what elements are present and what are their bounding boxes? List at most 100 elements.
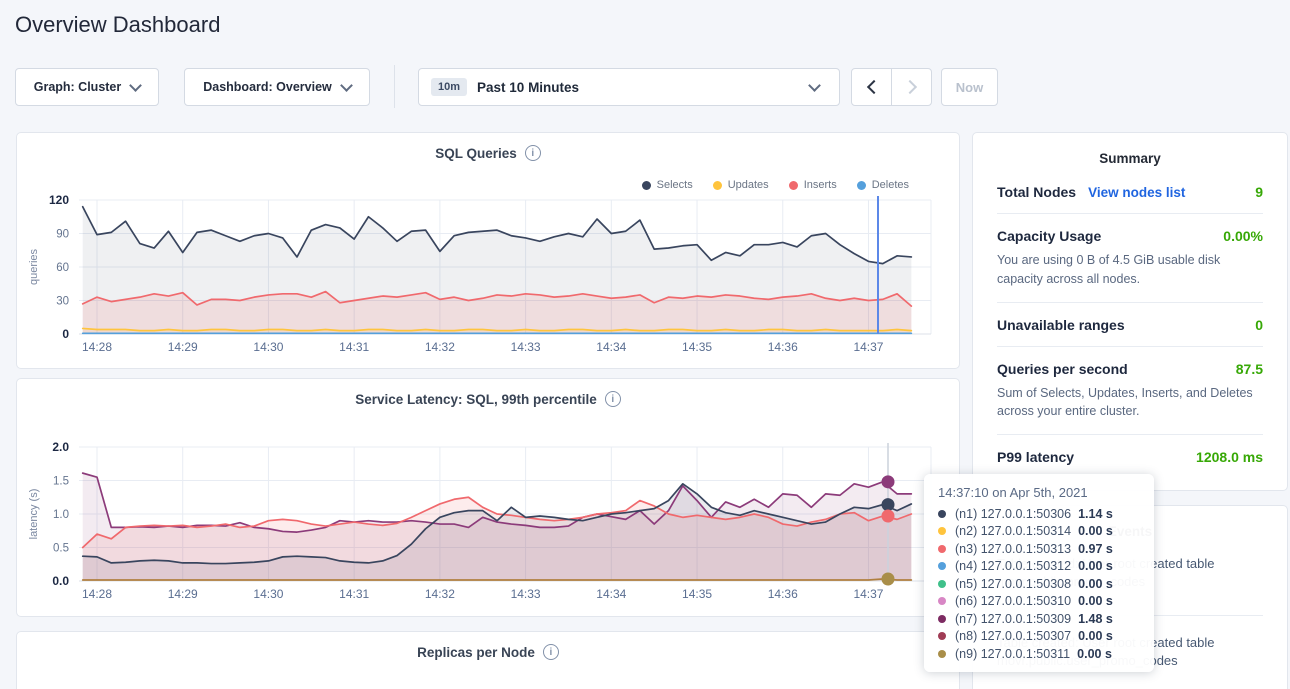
tooltip-row: (n6) 127.0.0.1:50310 0.00 s (938, 593, 1142, 611)
view-nodes-list-link[interactable]: View nodes list (1088, 185, 1185, 200)
graph-dropdown[interactable]: Graph: Cluster (15, 68, 159, 106)
summary-row-value: 1208.0 ms (1196, 449, 1263, 465)
summary-row-desc: Sum of Selects, Updates, Inserts, and De… (997, 384, 1263, 422)
svg-text:14:30: 14:30 (253, 340, 283, 354)
tooltip-node-value: 0.00 s (1078, 594, 1113, 608)
tooltip-node-label: (n7) 127.0.0.1:50309 (955, 612, 1071, 626)
summary-row-3: Queries per second 87.5 Sum of Selects, Up… (997, 347, 1263, 436)
legend-item-inserts[interactable]: Inserts (789, 179, 837, 191)
summary-title: Summary (973, 133, 1287, 166)
tooltip-row: (n4) 127.0.0.1:503120.00 s (938, 558, 1142, 576)
info-icon[interactable]: i (543, 644, 559, 660)
legend-label: Updates (728, 179, 769, 191)
legend-label: Deletes (872, 179, 909, 191)
summary-row-value: 0 (1255, 317, 1263, 333)
sql-queries-legend: Selects Updates Inserts Deletes (642, 179, 909, 191)
tooltip-node-value: 1.14 s (1078, 507, 1113, 521)
node-dot-icon (938, 650, 946, 658)
chart-title: Replicas per Node (417, 645, 535, 660)
time-range-picker[interactable]: 10m Past 10 Minutes (418, 68, 840, 106)
summary-row-value: 87.5 (1236, 361, 1263, 377)
service-latency-panel: 0.00.51.01.52.014:2814:2914:3014:3114:32… (16, 378, 960, 617)
service-latency-title-row: Service Latency: SQL, 99th percentile i (17, 391, 959, 407)
legend-label: Selects (657, 179, 693, 191)
tooltip-node-label: (n9) 127.0.0.1:50311 (955, 647, 1070, 661)
summary-row-label: Total Nodes (997, 184, 1076, 200)
summary-row-head: P99 latency 1208.0 ms (997, 449, 1263, 465)
svg-text:14:31: 14:31 (339, 340, 369, 354)
time-prev-button[interactable] (851, 68, 892, 106)
now-button[interactable]: Now (941, 68, 998, 106)
summary-row-label: P99 latency (997, 449, 1074, 465)
svg-text:14:33: 14:33 (511, 340, 541, 354)
svg-text:14:33: 14:33 (511, 587, 541, 601)
summary-row-head: Unavailable ranges 0 (997, 317, 1263, 333)
tooltip-node-value: 0.00 s (1078, 524, 1113, 538)
tooltip-rows: (n1) 127.0.0.1:50306 1.14 s (n2) 127.0.0.1… (938, 505, 1142, 663)
legend-item-deletes[interactable]: Deletes (857, 179, 909, 191)
tooltip-timestamp: 14:37:10 on Apr 5th, 2021 (938, 485, 1142, 500)
svg-text:2.0: 2.0 (52, 440, 69, 454)
node-dot-icon (938, 527, 946, 535)
summary-row-desc: You are using 0 B of 4.5 GiB usable disk… (997, 251, 1263, 289)
chevron-left-icon (866, 80, 880, 94)
summary-row-value: 9 (1255, 184, 1263, 200)
tooltip-node-value: 0.00 s (1078, 577, 1113, 591)
legend-dot-icon (789, 181, 798, 190)
svg-text:14:34: 14:34 (596, 340, 626, 354)
info-icon[interactable]: i (525, 145, 541, 161)
svg-text:14:36: 14:36 (768, 587, 798, 601)
tooltip-row: (n7) 127.0.0.1:503091.48 s (938, 610, 1142, 628)
chevron-down-icon (340, 79, 353, 92)
sql-queries-title-row: SQL Queries i (17, 145, 959, 161)
time-range-badge: 10m (431, 78, 467, 96)
sql-queries-panel: 030609012014:2814:2914:3014:3114:3214:33… (16, 132, 960, 369)
sql-queries-chart[interactable]: 030609012014:2814:2914:3014:3114:3214:33… (17, 133, 959, 368)
legend-dot-icon (642, 181, 651, 190)
tooltip-row: (n5) 127.0.0.1:50308 0.00 s (938, 575, 1142, 593)
svg-text:90: 90 (56, 229, 69, 241)
tooltip-row: (n9) 127.0.0.1:503110.00 s (938, 645, 1142, 663)
tooltip-node-label: (n3) 127.0.0.1:50313 (955, 542, 1071, 556)
svg-text:0.0: 0.0 (52, 574, 69, 588)
svg-text:14:36: 14:36 (768, 340, 798, 354)
chevron-right-icon (902, 80, 916, 94)
summary-row-label: Capacity Usage (997, 228, 1101, 244)
dashboard-dropdown-label: Dashboard: Overview (203, 80, 332, 94)
summary-row-label: Unavailable ranges (997, 317, 1125, 333)
tooltip-node-label: (n2) 127.0.0.1:50314 (955, 524, 1071, 538)
time-next-button[interactable] (891, 68, 932, 106)
legend-dot-icon (713, 181, 722, 190)
tooltip-node-label: (n5) 127.0.0.1:50308 (955, 577, 1071, 591)
legend-item-selects[interactable]: Selects (642, 179, 693, 191)
summary-rows: Total Nodes View nodes list 9 Capacity Usag… (973, 166, 1287, 478)
svg-text:14:28: 14:28 (82, 340, 112, 354)
chart-tooltip: 14:37:10 on Apr 5th, 2021 (n1) 127.0.0.1… (924, 474, 1154, 672)
summary-row-2: Unavailable ranges 0 (997, 303, 1263, 347)
svg-text:0: 0 (62, 327, 69, 341)
tooltip-node-label: (n1) 127.0.0.1:50306 (955, 507, 1071, 521)
svg-text:14:29: 14:29 (168, 340, 198, 354)
summary-row-4: P99 latency 1208.0 ms (997, 435, 1263, 478)
svg-text:14:37: 14:37 (853, 587, 883, 601)
info-icon[interactable]: i (605, 391, 621, 407)
svg-text:14:28: 14:28 (82, 587, 112, 601)
summary-row-label: Queries per second (997, 361, 1128, 377)
node-dot-icon (938, 632, 946, 640)
service-latency-chart[interactable]: 0.00.51.01.52.014:2814:2914:3014:3114:32… (17, 379, 959, 616)
node-dot-icon (938, 615, 946, 623)
dashboard-dropdown[interactable]: Dashboard: Overview (184, 68, 370, 106)
svg-text:14:32: 14:32 (425, 340, 455, 354)
tooltip-node-label: (n6) 127.0.0.1:50310 (955, 594, 1071, 608)
node-dot-icon (938, 597, 946, 605)
summary-row-0: Total Nodes View nodes list 9 (997, 170, 1263, 214)
node-dot-icon (938, 580, 946, 588)
tooltip-node-label: (n8) 127.0.0.1:50307 (955, 629, 1071, 643)
svg-text:1.5: 1.5 (53, 476, 69, 488)
chart-title: SQL Queries (435, 146, 517, 161)
legend-label: Inserts (804, 179, 837, 191)
legend-dot-icon (857, 181, 866, 190)
svg-text:14:35: 14:35 (682, 587, 712, 601)
graph-dropdown-label: Graph: Cluster (34, 80, 122, 94)
legend-item-updates[interactable]: Updates (713, 179, 769, 191)
